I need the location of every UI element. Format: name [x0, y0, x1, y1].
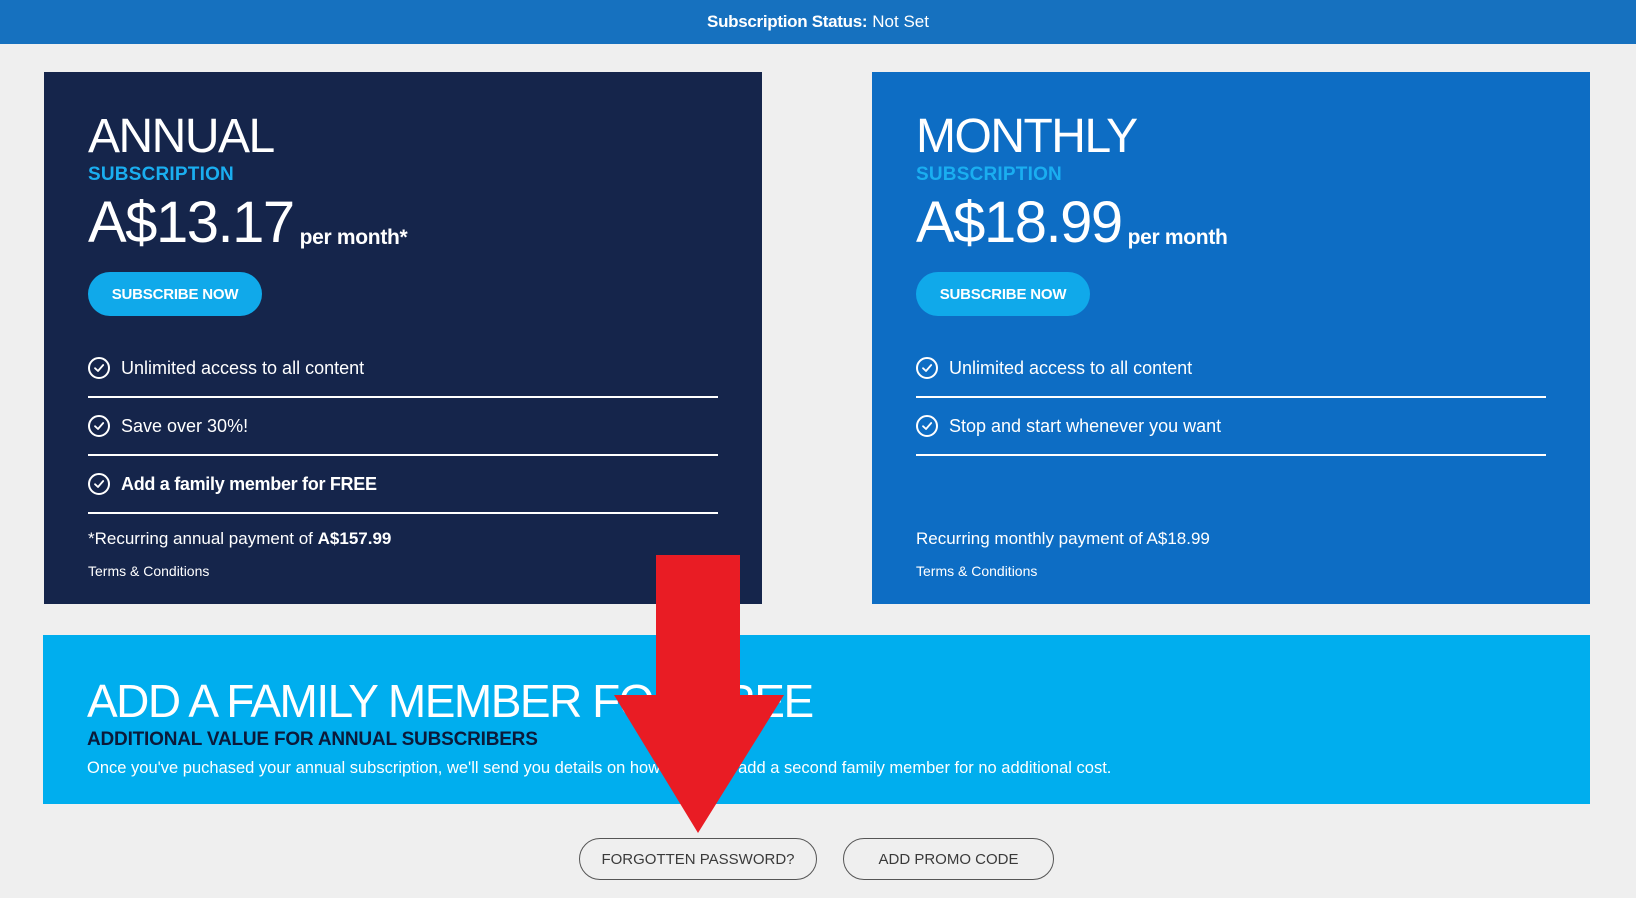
price-suffix: per month — [1127, 226, 1228, 249]
plan-subtitle: SUBSCRIPTION — [88, 164, 234, 185]
payment-note-prefix: *Recurring annual payment of — [88, 529, 313, 548]
check-circle-icon — [916, 357, 938, 379]
monthly-plan-card: MONTHLY SUBSCRIPTION A$18.99 per month S… — [872, 72, 1590, 604]
terms-conditions-link[interactable]: Terms & Conditions — [916, 563, 1037, 579]
monthly-subscribe-button[interactable]: SUBSCRIBE NOW — [916, 272, 1090, 316]
payment-note-amount: A$157.99 — [317, 529, 392, 548]
feature-item: Unlimited access to all content — [88, 340, 718, 398]
plan-name: ANNUAL — [88, 110, 275, 163]
plan-price: A$13.17 — [88, 190, 295, 255]
banner-title: ADD A FAMILY MEMBER FOR FREE — [87, 675, 814, 727]
plan-name: MONTHLY — [916, 110, 1138, 163]
price-suffix: per month* — [299, 226, 408, 249]
plan-price: A$18.99 — [916, 190, 1123, 255]
annual-plan-card: ANNUAL SUBSCRIPTION A$13.17 per month* S… — [44, 72, 762, 604]
feature-label: Add a family member for FREE — [121, 473, 377, 494]
feature-label: Stop and start whenever you want — [949, 415, 1222, 436]
forgotten-password-button[interactable]: FORGOTTEN PASSWORD? — [579, 838, 817, 880]
feature-item: Save over 30%! — [88, 398, 718, 456]
subscription-status-bar: Subscription Status: Not Set — [0, 0, 1636, 44]
banner-description: Once you've puchased your annual subscri… — [87, 759, 1112, 777]
payment-note: *Recurring annual payment of A$157.99 — [88, 529, 391, 549]
feature-label: Save over 30%! — [121, 415, 249, 436]
check-circle-icon — [88, 357, 110, 379]
check-circle-icon — [88, 473, 110, 495]
feature-list: Unlimited access to all content Stop and… — [916, 340, 1546, 456]
feature-list: Unlimited access to all content Save ove… — [88, 340, 718, 514]
feature-label: Unlimited access to all content — [949, 357, 1193, 378]
check-circle-icon — [916, 415, 938, 437]
add-promo-code-button[interactable]: ADD PROMO CODE — [843, 838, 1054, 880]
price-row: A$18.99 per month — [916, 192, 1546, 252]
feature-item: Add a family member for FREE — [88, 456, 718, 514]
plan-subtitle: SUBSCRIPTION — [916, 164, 1062, 185]
payment-note: Recurring monthly payment of A$18.99 — [916, 529, 1210, 548]
feature-item: Stop and start whenever you want — [916, 398, 1546, 456]
annual-subscribe-button[interactable]: SUBSCRIBE NOW — [88, 272, 262, 316]
feature-label: Unlimited access to all content — [121, 357, 365, 378]
banner-subtitle: ADDITIONAL VALUE FOR ANNUAL SUBSCRIBERS — [87, 729, 538, 750]
family-member-banner: ADD A FAMILY MEMBER FOR FREE ADDITIONAL … — [43, 635, 1590, 804]
feature-item: Unlimited access to all content — [916, 340, 1546, 398]
terms-conditions-link[interactable]: Terms & Conditions — [88, 563, 209, 579]
price-row: A$13.17 per month* — [88, 192, 718, 252]
status-value: Not Set — [872, 12, 929, 31]
status-label: Subscription Status: — [707, 12, 868, 31]
check-circle-icon — [88, 415, 110, 437]
